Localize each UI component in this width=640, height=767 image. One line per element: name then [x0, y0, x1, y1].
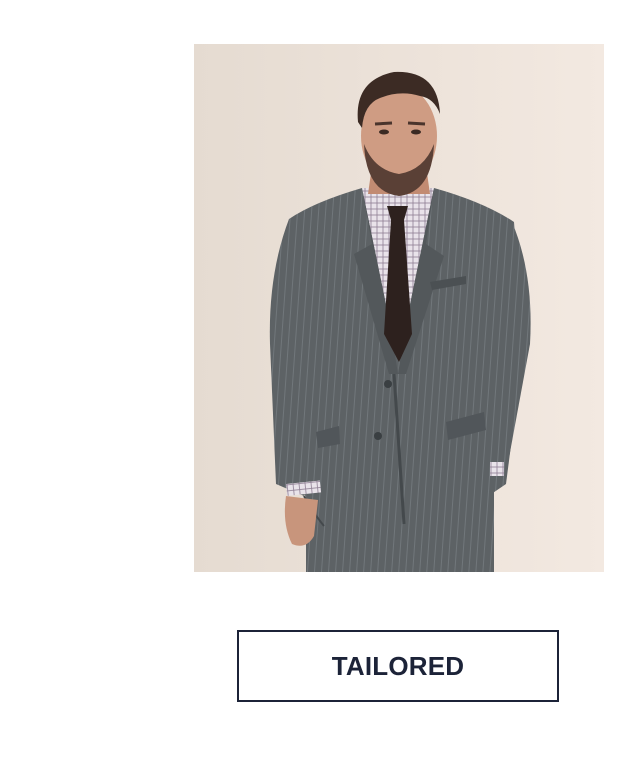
suit-model-illustration: [194, 44, 604, 572]
hero-image[interactable]: [194, 44, 604, 572]
tailored-button-label: TAILORED: [331, 650, 465, 681]
tailored-button[interactable]: TAILORED: [237, 630, 559, 702]
